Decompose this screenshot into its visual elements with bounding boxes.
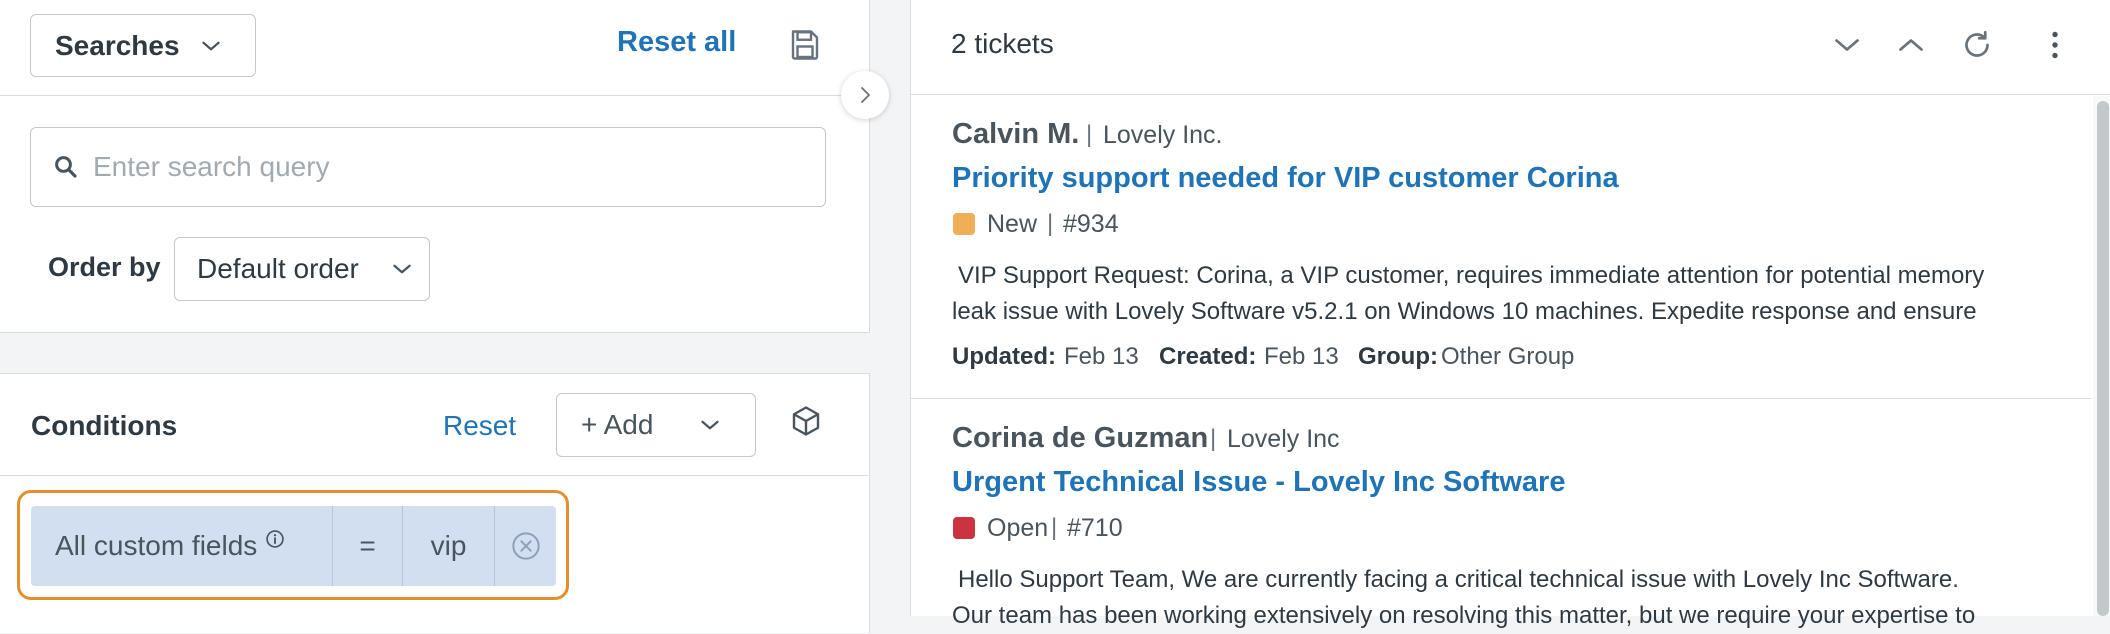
scrollbar-thumb[interactable]: [2097, 101, 2109, 616]
created-label: Created:: [1159, 343, 1257, 370]
order-by-value: Default order: [197, 253, 359, 284]
separator: |: [1210, 425, 1217, 452]
separator: |: [1047, 210, 1054, 237]
ticket-list-item[interactable]: Corina de Guzman | Lovely Inc Urgent Tec…: [911, 400, 2091, 629]
more-vertical-icon[interactable]: [2037, 27, 2073, 63]
condition-chip[interactable]: All custom fields = vip: [31, 506, 556, 586]
ticket-id: #710: [1067, 514, 1123, 542]
search-field[interactable]: [30, 127, 826, 207]
add-condition-label: + Add: [581, 409, 654, 440]
group-label: Group:: [1358, 343, 1438, 370]
status-badge: [953, 213, 975, 235]
ticket-subject-link[interactable]: Urgent Technical Issue - Lovely Inc Soft…: [952, 466, 1565, 499]
order-by-label: Order by: [48, 252, 161, 282]
updated-label: Updated:: [952, 343, 1056, 370]
chevron-up-icon[interactable]: [1893, 27, 1929, 63]
info-icon: [266, 530, 285, 548]
results-panel: 2 tickets Calvin M. | Lovely Inc. Priori…: [910, 0, 2110, 629]
conditions-header: Conditions Reset + Add: [0, 374, 868, 476]
ticket-organization: Lovely Inc: [1227, 425, 1340, 453]
ticket-id: #934: [1063, 210, 1119, 238]
search-header: Searches Reset all: [0, 0, 868, 96]
chevron-down-icon: [393, 264, 411, 274]
updated-value: Feb 13: [1064, 343, 1139, 370]
chevron-down-icon[interactable]: [1829, 27, 1865, 63]
description-line: VIP Support Request: Corina, a VIP custo…: [958, 262, 1985, 289]
description-line: Our team has been working extensively on…: [952, 602, 1976, 629]
conditions-title: Conditions: [31, 410, 178, 441]
close-circle-icon: [511, 532, 540, 560]
search-input[interactable]: [91, 138, 811, 196]
collapse-panel-button[interactable]: [841, 71, 889, 119]
order-by-select[interactable]: Default order: [174, 237, 430, 301]
conditions-reset-link[interactable]: Reset: [443, 410, 516, 442]
reset-all-link[interactable]: Reset all: [617, 26, 736, 59]
results-header: 2 tickets: [911, 0, 2110, 95]
ticket-description: VIP Support Request: Corina, a VIP custo…: [952, 258, 2062, 330]
condition-operator[interactable]: =: [333, 506, 403, 586]
description-line: leak issue with Lovely Software v5.2.1 o…: [952, 298, 1977, 325]
search-icon: [55, 156, 77, 178]
ticket-subject-link[interactable]: Priority support needed for VIP customer…: [952, 162, 1619, 195]
created-value: Feb 13: [1264, 343, 1339, 370]
remove-condition-button[interactable]: [495, 506, 556, 586]
chevron-down-icon: [701, 420, 720, 430]
ticket-count: 2 tickets: [951, 28, 1054, 59]
ticket-list-item[interactable]: Calvin M. | Lovely Inc. Priority support…: [911, 96, 2091, 399]
status-badge: [953, 517, 975, 539]
condition-field[interactable]: All custom fields: [31, 506, 333, 586]
description-line: Hello Support Team, We are currently fac…: [958, 566, 1959, 593]
separator: |: [1086, 121, 1093, 148]
condition-field-label: All custom fields: [55, 530, 258, 561]
condition-highlight: All custom fields = vip: [17, 490, 569, 600]
searches-dropdown[interactable]: Searches: [30, 14, 256, 77]
refresh-icon[interactable]: [1959, 27, 1995, 63]
group-value: Other Group: [1441, 343, 1575, 370]
ticket-requester: Corina de Guzman: [952, 422, 1209, 454]
cube-icon[interactable]: [788, 403, 824, 439]
ticket-status: New: [987, 210, 1038, 238]
ticket-description: Hello Support Team, We are currently fac…: [952, 562, 2062, 634]
add-condition-button[interactable]: + Add: [556, 393, 756, 457]
ticket-requester: Calvin M.: [952, 118, 1080, 150]
condition-value[interactable]: vip: [403, 506, 495, 586]
ticket-organization: Lovely Inc.: [1103, 121, 1223, 149]
ticket-status: Open: [987, 514, 1049, 542]
searches-label: Searches: [55, 29, 180, 61]
chevron-down-icon: [201, 41, 220, 50]
conditions-card: Conditions Reset + Add All custom fields: [0, 373, 870, 633]
search-card: Searches Reset all Order by Default orde…: [0, 0, 870, 333]
chevron-right-icon: [861, 87, 870, 103]
separator: |: [1051, 514, 1058, 541]
save-icon[interactable]: [787, 27, 823, 63]
search-panel: Searches Reset all Order by Default orde…: [0, 0, 889, 633]
